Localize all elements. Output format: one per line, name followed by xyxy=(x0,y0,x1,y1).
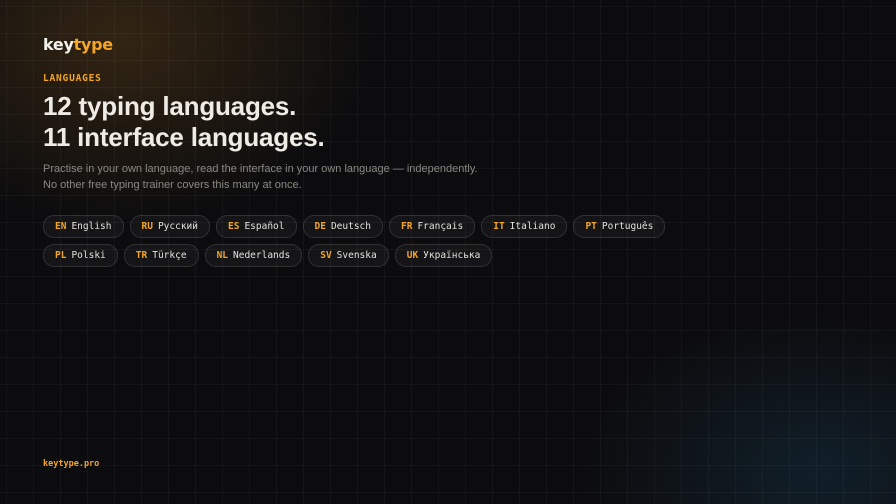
footer-site-link[interactable]: keytype.pro xyxy=(43,458,99,470)
language-code: RU xyxy=(141,221,153,232)
language-chip-de[interactable]: DE Deutsch xyxy=(302,215,383,238)
logo-part-key: key xyxy=(43,35,74,54)
language-code: UK xyxy=(406,250,419,261)
language-name: Polski xyxy=(71,250,106,261)
language-name: Français xyxy=(417,221,464,232)
language-chip-uk[interactable]: UK Українська xyxy=(394,244,493,267)
language-name: Українська xyxy=(423,250,481,261)
language-name: Português xyxy=(601,221,654,232)
language-chip-nl[interactable]: NL Nederlands xyxy=(204,244,303,267)
language-chip-fr[interactable]: FR Français xyxy=(389,215,476,238)
language-name: Русский xyxy=(157,221,198,232)
language-code: TR xyxy=(135,250,148,261)
language-code: FR xyxy=(401,221,413,232)
language-chip-it[interactable]: IT Italiano xyxy=(481,215,568,238)
language-chip-pt[interactable]: PT Português xyxy=(573,215,666,238)
language-code: NL xyxy=(216,250,229,261)
language-code: EN xyxy=(55,221,67,232)
logo-part-type: type xyxy=(73,35,113,54)
language-code: DE xyxy=(314,221,326,232)
language-name: Italiano xyxy=(509,221,556,232)
language-chip-list: EN English RU Русский ES Español DE Deutsch … xyxy=(43,215,743,267)
main-content: keytype LANGUAGES 12 typing languages. 1… xyxy=(43,35,843,267)
language-chip-tr[interactable]: TR Türkçe xyxy=(123,244,199,267)
language-code: IT xyxy=(493,221,505,232)
language-name: Nederlands xyxy=(233,250,291,261)
language-name: English xyxy=(71,221,112,232)
language-name: Español xyxy=(244,221,285,232)
language-code: ES xyxy=(228,221,240,232)
language-chip-sv[interactable]: SV Svenska xyxy=(308,244,389,267)
language-name: Türkçe xyxy=(152,250,187,261)
page-title: 12 typing languages. 11 interface langua… xyxy=(43,91,843,153)
language-name: Deutsch xyxy=(330,221,371,232)
page-title-line-2: 11 interface languages. xyxy=(43,122,325,152)
language-code: PL xyxy=(55,250,67,261)
language-code: SV xyxy=(320,250,332,261)
language-chip-ru[interactable]: RU Русский xyxy=(129,215,210,238)
page-title-line-1: 12 typing languages. xyxy=(43,91,297,121)
language-chip-en[interactable]: EN English xyxy=(43,215,124,238)
language-code: PT xyxy=(585,221,597,232)
logo[interactable]: keytype xyxy=(43,35,843,57)
language-chip-pl[interactable]: PL Polski xyxy=(43,244,118,267)
section-label: LANGUAGES xyxy=(43,73,102,84)
language-name: Svenska xyxy=(336,250,377,261)
page-subtitle: Practise in your own language, read the … xyxy=(43,163,478,191)
language-chip-es[interactable]: ES Español xyxy=(216,215,297,238)
